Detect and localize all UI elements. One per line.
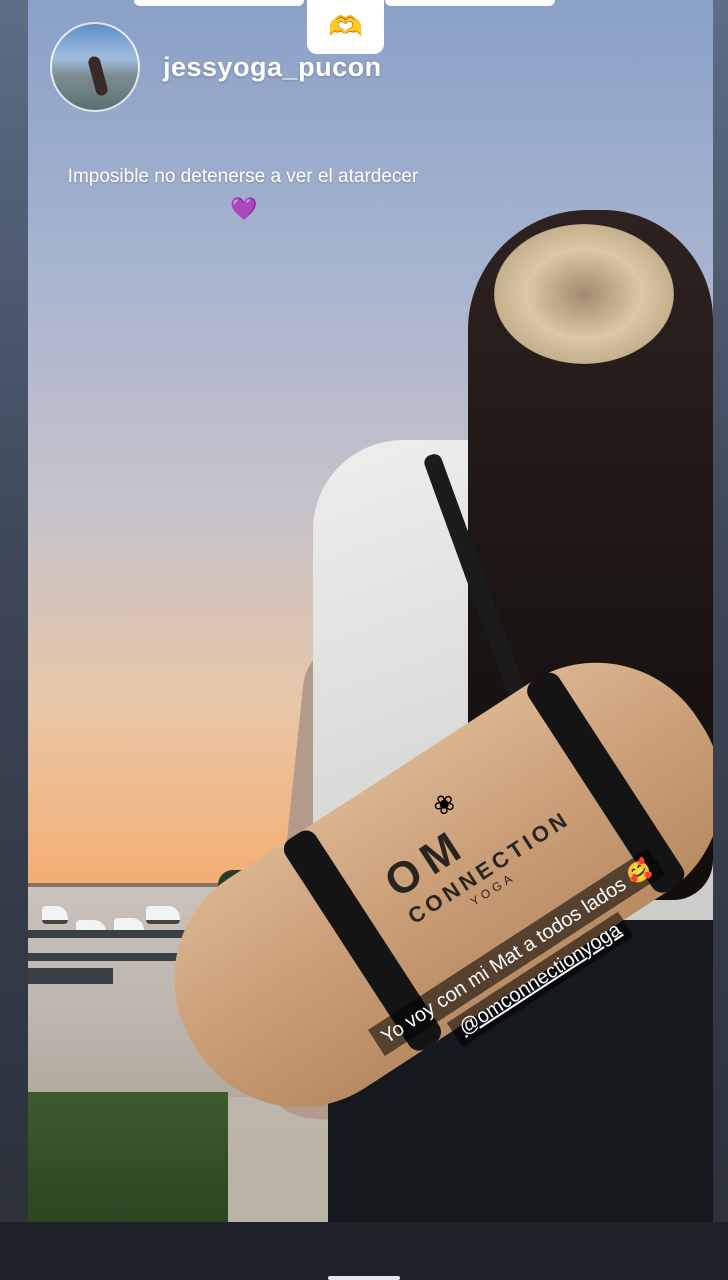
avatar[interactable] bbox=[50, 22, 140, 112]
dock bbox=[28, 968, 113, 984]
heart-hands-icon: 🫶 bbox=[328, 11, 363, 42]
progress-bar-left bbox=[134, 0, 304, 6]
home-indicator[interactable] bbox=[328, 1276, 400, 1280]
caption-text: Imposible no detenerse a ver el atardece… bbox=[67, 166, 419, 187]
boat bbox=[42, 906, 68, 924]
story-image[interactable]: ❀ OM CONNECTION YOGA jessyoga_pucon Impo… bbox=[28, 0, 713, 1222]
purple-heart-icon: 💜 bbox=[230, 196, 258, 221]
username[interactable]: jessyoga_pucon bbox=[163, 52, 382, 83]
scrunchie bbox=[494, 224, 674, 364]
progress-bar-right bbox=[385, 0, 555, 6]
bottom-bar bbox=[0, 1222, 728, 1280]
avatar-figure bbox=[87, 55, 109, 97]
reaction-sticker[interactable]: 🫶 bbox=[307, 0, 384, 54]
boat bbox=[146, 906, 180, 924]
grass bbox=[28, 1092, 228, 1222]
